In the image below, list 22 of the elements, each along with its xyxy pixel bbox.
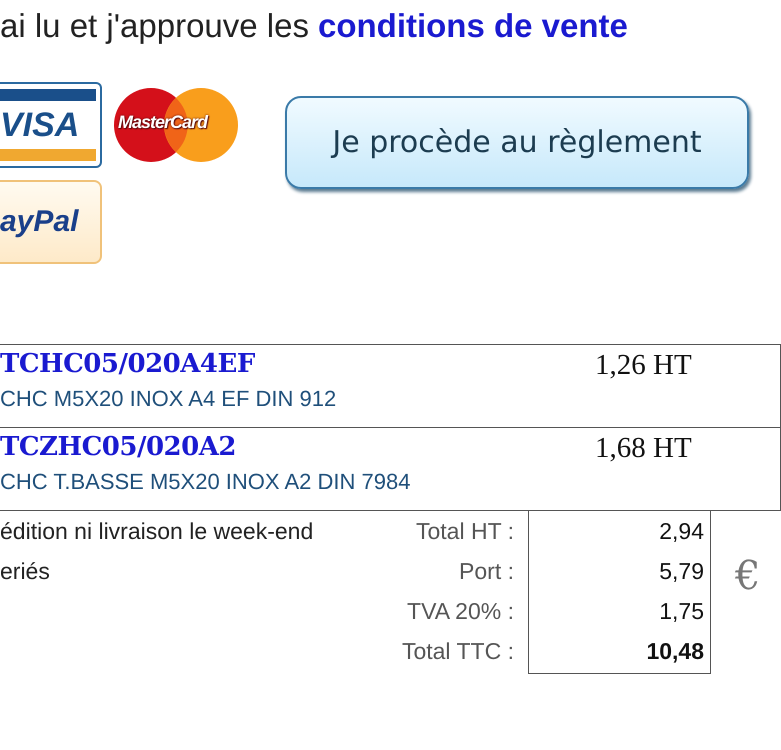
product-description: CHC T.BASSE M5X20 INOX A2 DIN 7984	[0, 469, 412, 495]
total-label: Total HT :	[416, 517, 514, 546]
checkout-button[interactable]: Je procède au règlement	[285, 96, 749, 189]
total-value: 5,79	[659, 557, 704, 586]
product-price: 1,26 HT	[594, 348, 693, 383]
terms-link[interactable]: conditions de vente	[318, 7, 628, 45]
product-price: 1,68 HT	[594, 431, 693, 466]
paypal-logo: ayPal	[0, 180, 102, 264]
total-value: 2,94	[659, 517, 704, 546]
visa-logo: VISA	[0, 82, 102, 168]
shipping-note: eriés	[0, 557, 51, 586]
product-code: TCZHC05/020A2	[0, 432, 237, 462]
total-label: Port :	[459, 557, 514, 586]
shipping-note: édition ni livraison le week-end	[0, 517, 314, 546]
total-value: 10,48	[646, 637, 704, 666]
total-value: 1,75	[659, 597, 704, 626]
terms-text: ai lu et j'approuve les	[0, 7, 309, 45]
total-label: TVA 20% :	[407, 597, 514, 626]
currency-symbol: €	[735, 553, 762, 599]
product-description: CHC M5X20 INOX A4 EF DIN 912	[0, 386, 338, 412]
total-label: Total TTC :	[402, 637, 514, 666]
product-code: TCHC05/020A4EF	[0, 349, 256, 379]
